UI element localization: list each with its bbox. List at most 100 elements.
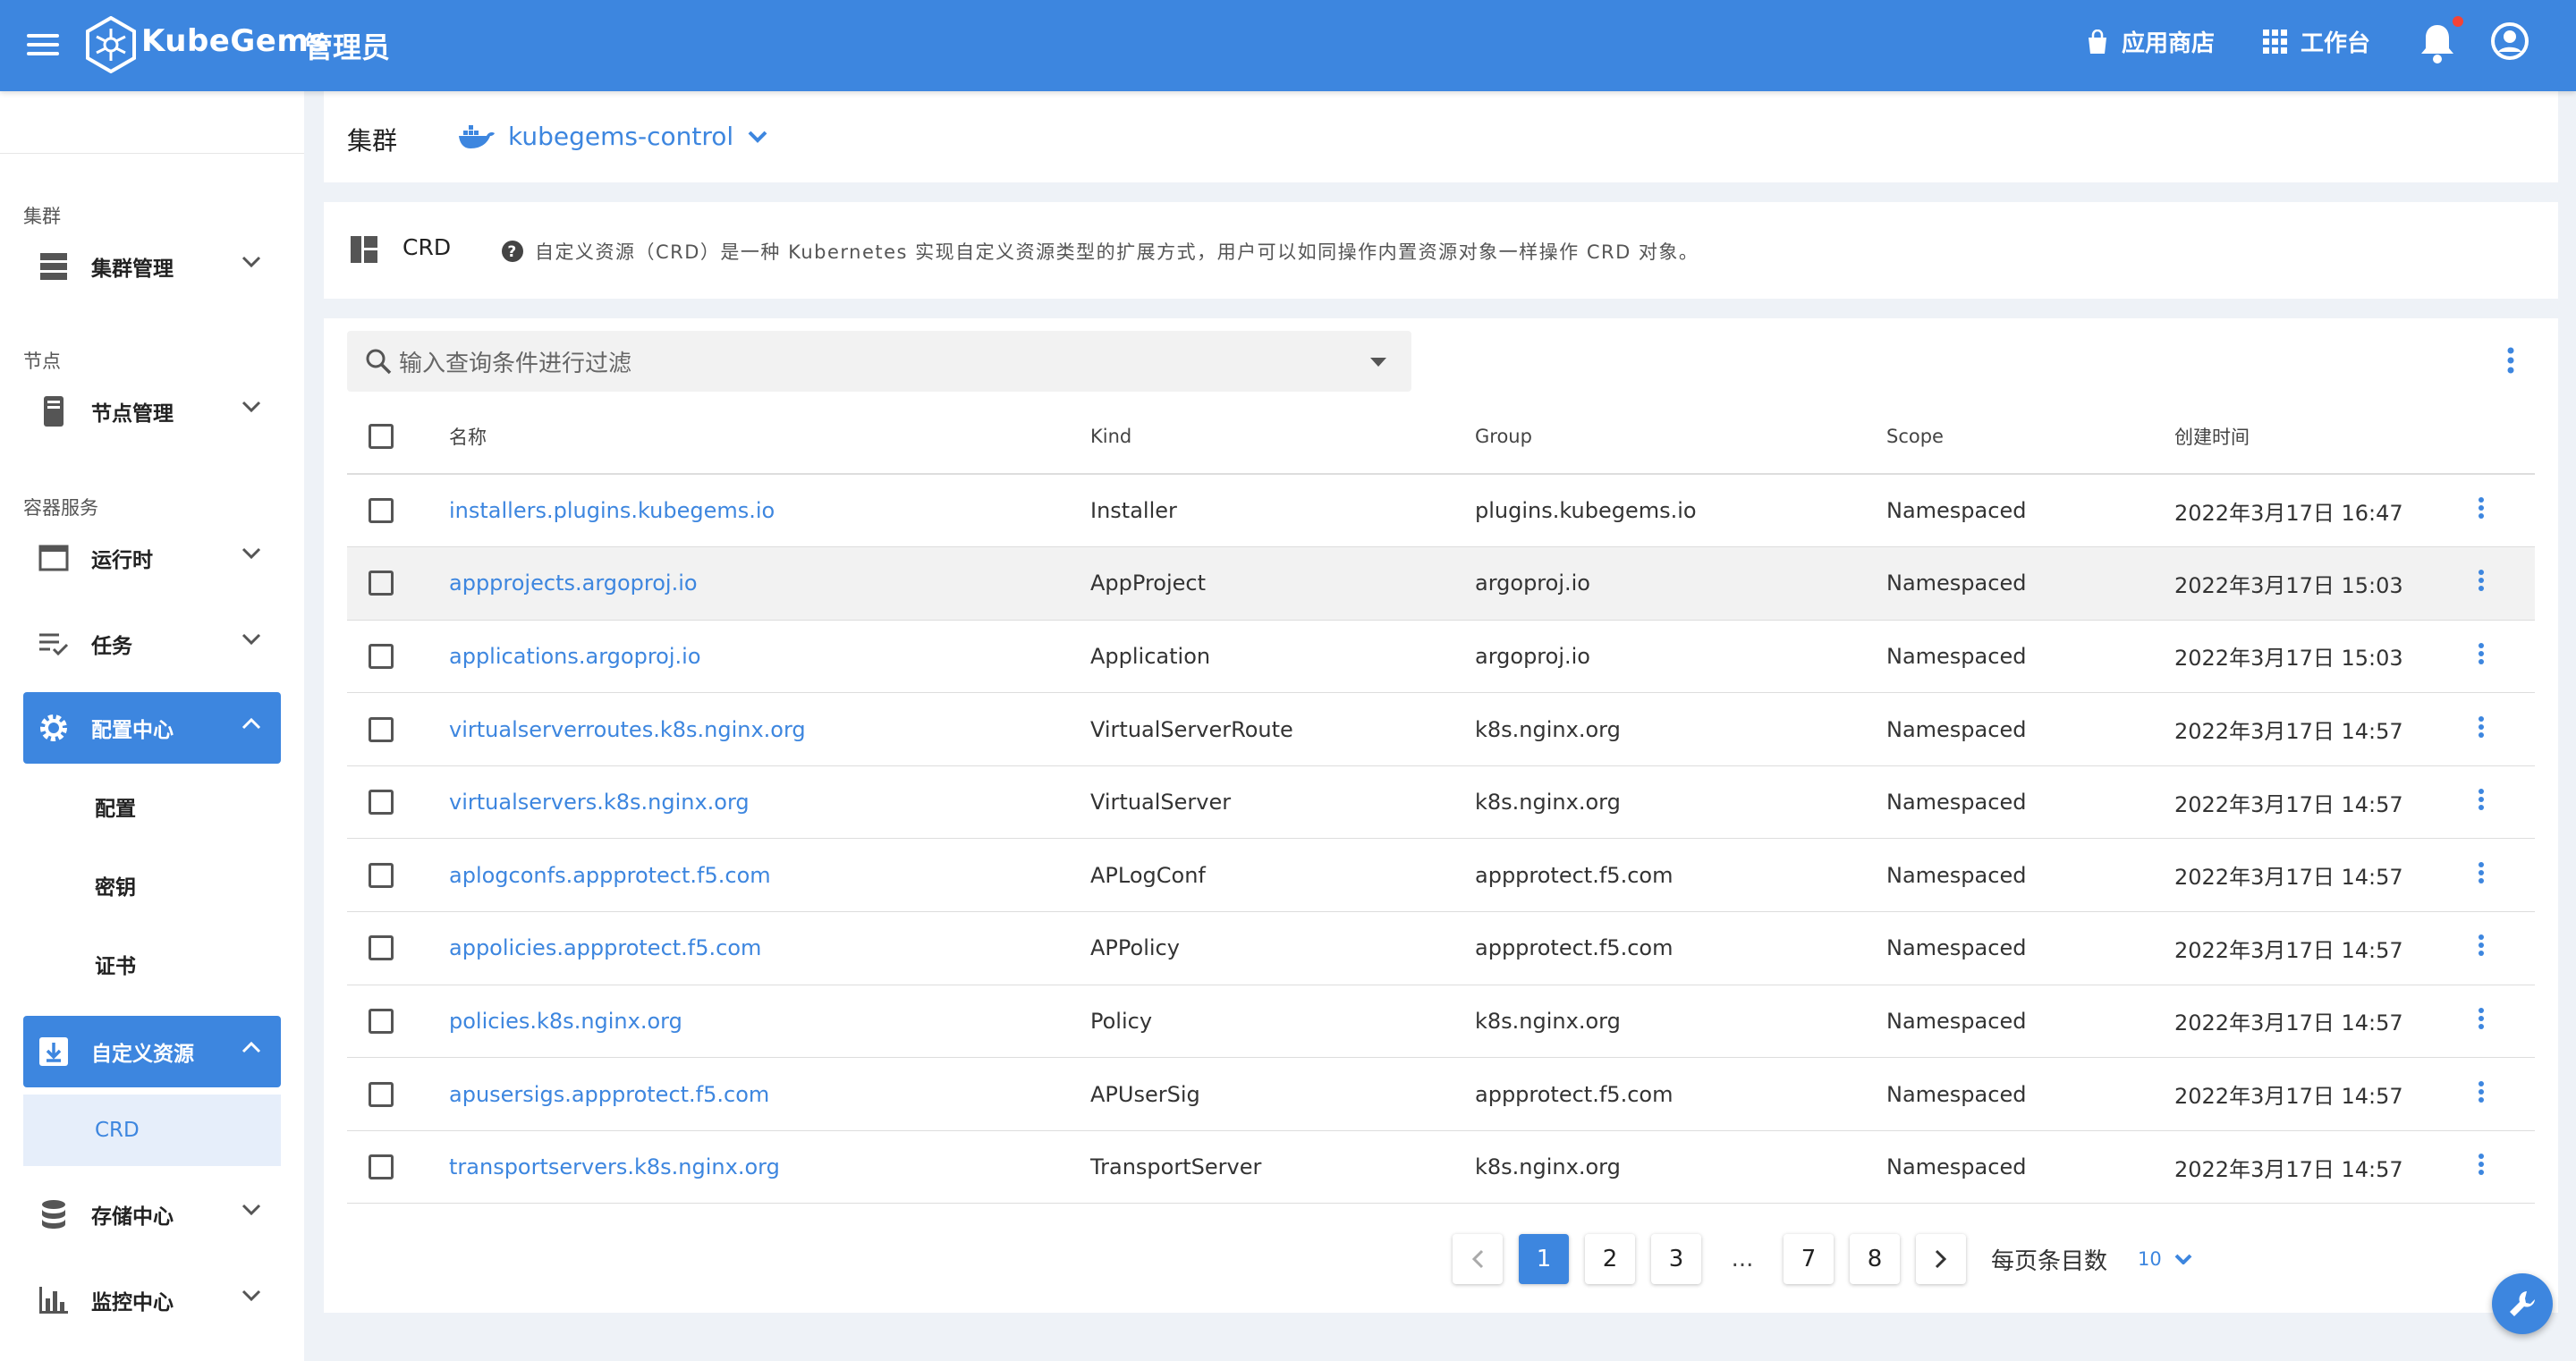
table-row[interactable]: apusersigs.appprotect.f5.com APUserSig app… [347,1057,2535,1131]
sidebar-item-label: 运行时 [91,549,153,572]
tools-fab-button[interactable] [2492,1273,2553,1334]
row-checkbox[interactable] [369,1081,394,1107]
column-header-kind[interactable]: Kind [1090,399,1475,475]
row-more-vertical-icon[interactable] [2478,789,2485,811]
table-row[interactable]: transportservers.k8s.nginx.org TransportS… [347,1130,2535,1205]
node-icon [36,393,72,429]
next-page-button[interactable] [1916,1234,1966,1284]
cell-name[interactable]: aplogconfs.appprotect.f5.com [449,838,1090,913]
cell-name[interactable]: appprojects.argoproj.io [449,546,1090,621]
sidebar-item-runtime[interactable]: 运行时 [23,522,281,594]
window-icon [36,540,72,576]
sidebar-item-cluster-management[interactable]: 集群管理 [23,231,281,302]
sidebar-subitem-certificate[interactable]: 证书 [23,928,281,1000]
cell-name[interactable]: transportservers.k8s.nginx.org [449,1130,1090,1205]
row-more-vertical-icon[interactable] [2478,861,2485,883]
column-header-group[interactable]: Group [1475,399,1886,475]
column-header-name[interactable]: 名称 [449,399,1090,475]
chevron-down-icon [242,547,261,560]
row-checkbox[interactable] [369,643,394,669]
notification-badge [2453,16,2463,27]
sidebar-subitem-crd[interactable]: CRD [23,1095,281,1166]
row-checkbox[interactable] [369,716,394,742]
more-vertical-icon[interactable] [2506,347,2515,374]
chevron-right-icon [1935,1249,1947,1269]
table-row[interactable]: virtualservers.k8s.nginx.org VirtualServe… [347,765,2535,840]
help-circle-icon: ? [502,241,523,262]
sidebar-item-monitoring-center[interactable]: 监控中心 [23,1264,281,1336]
cell-name[interactable]: apusersigs.appprotect.f5.com [449,1057,1090,1131]
notification-bell-icon[interactable] [2419,21,2456,64]
row-checkbox[interactable] [369,1008,394,1034]
table-row[interactable]: appolicies.appprotect.f5.com APPolicy appp… [347,911,2535,985]
row-more-vertical-icon[interactable] [2478,642,2485,664]
row-checkbox[interactable] [369,935,394,961]
row-more-vertical-icon[interactable] [2478,1007,2485,1029]
account-circle-icon[interactable] [2490,21,2529,61]
row-more-vertical-icon[interactable] [2478,1154,2485,1176]
brand-name: KubeGems [141,23,327,59]
table-row[interactable]: aplogconfs.appprotect.f5.com APLogConf app… [347,838,2535,913]
dropdown-arrow-icon[interactable] [1370,358,1386,367]
row-more-vertical-icon[interactable] [2478,715,2485,738]
cell-name[interactable]: installers.plugins.kubegems.io [449,474,1090,548]
table-row[interactable]: virtualserverroutes.k8s.nginx.org Virtual… [347,692,2535,766]
page-button-8[interactable]: 8 [1850,1234,1900,1284]
page-button-3[interactable]: 3 [1651,1234,1701,1284]
cell-created: 2022年3月17日 14:57 [2174,765,2465,840]
row-checkbox[interactable] [369,1154,394,1180]
cell-created: 2022年3月17日 14:57 [2174,985,2465,1059]
section-node: 节点 [23,351,61,372]
cell-kind: APPolicy [1090,911,1475,985]
page-button-1[interactable]: 1 [1519,1234,1569,1284]
column-header-scope[interactable]: Scope [1886,399,2174,475]
table-row[interactable]: installers.plugins.kubegems.io Installer p… [347,474,2535,548]
sidebar-item-config-center[interactable]: 配置中心 [23,692,281,764]
app-store-button[interactable]: 应用商店 [2086,25,2215,58]
hamburger-menu-icon[interactable] [27,29,59,61]
prev-page-button[interactable] [1453,1234,1503,1284]
sidebar-item-label: 节点管理 [91,402,174,426]
sidebar-subitem-config[interactable]: 配置 [23,771,281,842]
page-button-2[interactable]: 2 [1585,1234,1635,1284]
row-more-vertical-icon[interactable] [2478,1080,2485,1103]
cell-scope: Namespaced [1886,692,2174,766]
row-more-vertical-icon[interactable] [2478,497,2485,520]
cell-name[interactable]: policies.k8s.nginx.org [449,985,1090,1059]
sidebar-item-node-management[interactable]: 节点管理 [23,376,281,447]
select-all-checkbox[interactable] [369,423,394,449]
table-row[interactable]: applications.argoproj.io Application argop… [347,620,2535,694]
row-checkbox[interactable] [369,571,394,596]
cluster-selector-card: 集群 kubegems-control [324,91,2558,182]
row-checkbox[interactable] [369,498,394,524]
sidebar-item-jobs[interactable]: 任务 [23,608,281,680]
table-row[interactable]: appprojects.argoproj.io AppProject argopro… [347,546,2535,621]
sidebar-item-label: 监控中心 [91,1291,174,1315]
cell-kind: APLogConf [1090,838,1475,913]
cell-scope: Namespaced [1886,1130,2174,1205]
row-checkbox[interactable] [369,862,394,888]
cell-name[interactable]: appolicies.appprotect.f5.com [449,911,1090,985]
sidebar-item-custom-resource[interactable]: 自定义资源 [23,1016,281,1087]
table-header-row: 名称 Kind Group Scope 创建时间 [347,399,2535,475]
workbench-button[interactable]: 工作台 [2263,25,2370,58]
docker-whale-icon [459,124,495,148]
cell-name[interactable]: applications.argoproj.io [449,620,1090,694]
sidebar-item-storage-center[interactable]: 存储中心 [23,1179,281,1250]
sidebar-subitem-secret[interactable]: 密钥 [23,850,281,921]
cluster-dropdown[interactable]: kubegems-control [458,122,767,151]
sidebar: 集群 集群管理 节点 节点管理 容器服务 运行时 任务 配置中心 配置 密钥 证… [0,91,304,1361]
page-button-7[interactable]: 7 [1784,1234,1834,1284]
row-more-vertical-icon[interactable] [2478,934,2485,957]
column-header-created[interactable]: 创建时间 [2174,399,2465,475]
cell-kind: Installer [1090,474,1475,548]
table-row[interactable]: policies.k8s.nginx.org Policy k8s.nginx.or… [347,985,2535,1059]
search-input[interactable]: 输入查询条件进行过滤 [347,331,1411,392]
cluster-label: 集群 [347,126,398,156]
per-page-select[interactable]: 10 [2138,1248,2192,1270]
cell-name[interactable]: virtualservers.k8s.nginx.org [449,765,1090,840]
chevron-down-icon [242,1204,261,1216]
row-checkbox[interactable] [369,790,394,816]
row-more-vertical-icon[interactable] [2478,570,2485,592]
cell-name[interactable]: virtualserverroutes.k8s.nginx.org [449,692,1090,766]
